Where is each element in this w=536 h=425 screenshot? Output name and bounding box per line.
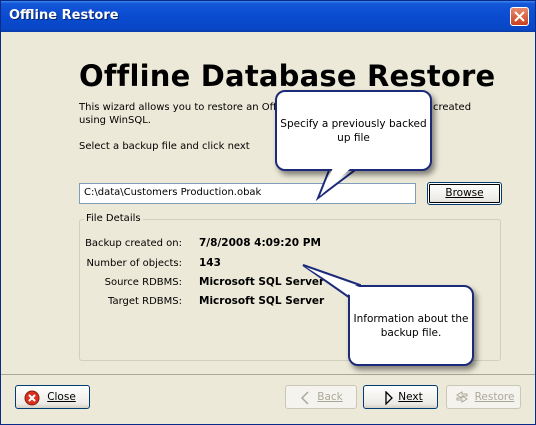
backup-file-path-input[interactable]: C:\data\Customers Production.obak: [79, 183, 416, 204]
source-rdbms-label: Source RDBMS:: [104, 277, 182, 288]
object-count-value: 143: [199, 257, 221, 269]
backup-created-value: 7/8/2008 4:09:20 PM: [199, 237, 321, 249]
window-title: Offline Restore: [9, 8, 119, 23]
file-details-label: File Details: [84, 213, 143, 224]
target-rdbms-label: Target RDBMS:: [108, 296, 182, 307]
window-close-button[interactable]: [510, 7, 529, 26]
close-button-label: Close: [47, 391, 76, 403]
next-button-label: Next: [398, 391, 423, 403]
back-button-label: Back: [317, 391, 343, 403]
restore-button[interactable]: Restore: [446, 385, 521, 409]
browse-button-label: Browse: [445, 187, 484, 199]
title-bar[interactable]: Offline Restore: [1, 1, 535, 32]
object-count-label: Number of objects:: [86, 258, 182, 269]
browse-button[interactable]: Browse: [427, 182, 502, 205]
backup-created-label: Backup created on:: [85, 238, 182, 249]
next-button[interactable]: Next: [363, 385, 438, 409]
close-button[interactable]: Close: [15, 385, 90, 409]
page-title: Offline Database Restore: [79, 59, 496, 93]
back-button[interactable]: Back: [285, 385, 357, 409]
callout-specify-file-text: Specify a previously backed up file: [275, 90, 432, 171]
instruction-text: Select a backup file and click next: [79, 141, 250, 152]
close-icon: [514, 11, 525, 22]
callout-backup-info-text: Information about the backup file.: [348, 285, 474, 366]
footer-bar: Close Back Next Restore: [2, 375, 535, 424]
target-rdbms-value: Microsoft SQL Server: [199, 295, 325, 307]
restore-button-label: Restore: [474, 391, 515, 403]
source-rdbms-value: Microsoft SQL Server: [199, 276, 325, 288]
